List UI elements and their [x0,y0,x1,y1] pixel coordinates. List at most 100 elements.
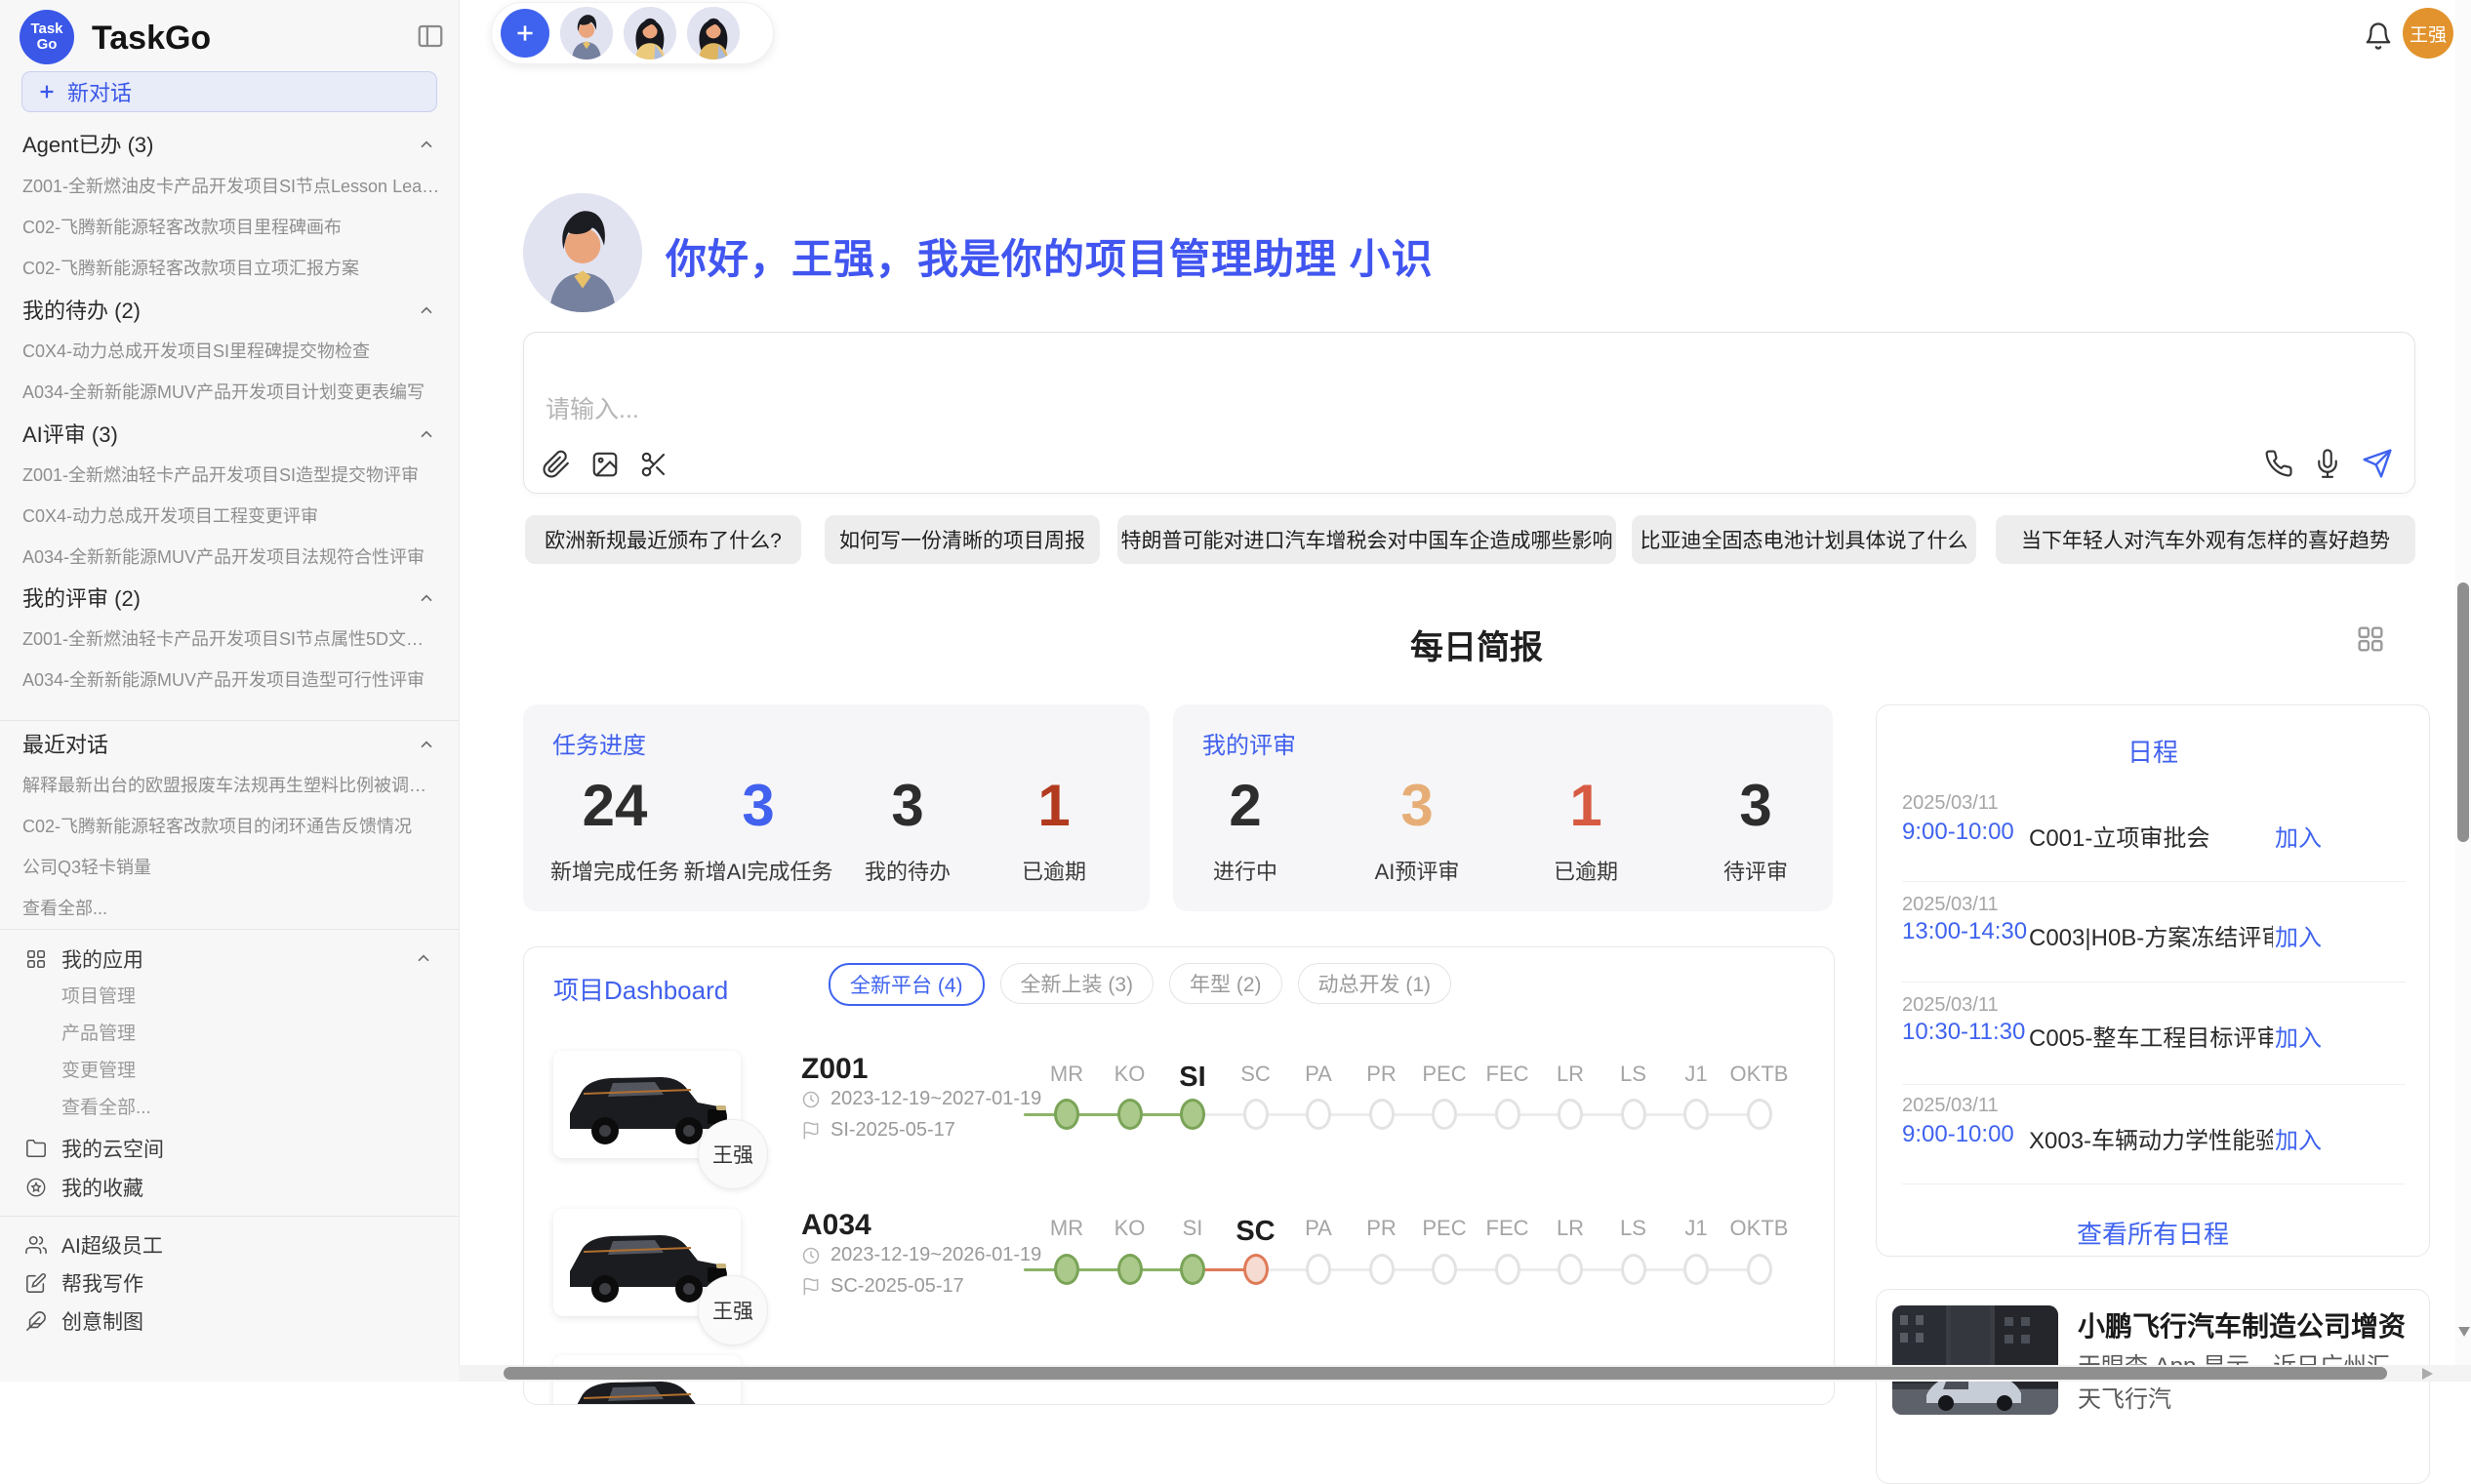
chevron-up-icon[interactable] [417,301,436,321]
suggestion-chip[interactable]: 如何写一份清晰的项目周报 [825,515,1100,564]
tool-label: 帮我写作 [61,1268,143,1298]
milestone-label: OKTB [1716,1062,1803,1087]
sidebar-app-item[interactable]: 查看全部... [61,1090,432,1127]
scroll-right-arrow-icon[interactable] [2422,1368,2433,1380]
schedule-entry-title: C005-整车工程目标评审 [2029,1019,2273,1053]
sidebar-section-header[interactable]: Agent已办 (3) [22,130,436,161]
agent-avatar-1[interactable] [560,7,613,60]
layout-grid-icon[interactable] [2354,622,2387,656]
schedule-join-link[interactable]: 加入 [2275,819,2322,853]
vertical-scrollbar-thumb[interactable] [2457,582,2469,842]
project-date-range: 2023-12-19~2027-01-19 [801,1088,1041,1110]
suggestion-chip[interactable]: 欧洲新规最近颁布了什么? [525,515,801,564]
stat-column: 3AI预评审 [1319,763,1515,886]
dashboard-tab[interactable]: 动总开发 (1) [1298,963,1452,1004]
send-icon[interactable] [2362,448,2393,479]
sidebar-item[interactable]: A034-全新新能源MUV产品开发项目法规符合性评审 [22,539,440,576]
sidebar-item[interactable]: A034-全新新能源MUV产品开发项目计划变更表编写 [22,374,440,411]
recent-view-all-link[interactable]: 查看全部... [22,890,440,927]
microphone-icon[interactable] [2313,449,2342,478]
dashboard-tab[interactable]: 全新上装 (3) [1000,963,1154,1004]
sidebar-section-header[interactable]: 我的待办 (2) [22,296,436,327]
daily-briefing-title: 每日简报 [523,621,2430,668]
schedule-entry-time: 10:30-11:30 [1902,1019,2025,1046]
recent-conversation-item[interactable]: C02-飞腾新能源轻客改款项目的闭环通告反馈情况 [22,808,440,845]
chevron-up-icon[interactable] [417,736,436,755]
milestone-node [1117,1099,1143,1130]
agent-avatar-3[interactable] [687,7,740,60]
flag-icon [801,1277,821,1297]
sidebar-tool-item[interactable]: 帮我写作 [25,1263,435,1304]
sidebar-toggle-icon[interactable] [416,21,445,51]
stat-label: AI预评审 [1319,855,1515,886]
assistant-avatar [523,193,642,312]
sidebar-item[interactable]: Z001-全新燃油轻卡产品开发项目SI造型提交物评审 [22,457,440,494]
add-agent-button[interactable] [501,9,549,58]
milestone-node [1558,1099,1583,1130]
milestone-node [1621,1254,1646,1285]
sidebar-app-item[interactable]: 变更管理 [61,1053,432,1090]
dashboard-tab[interactable]: 年型 (2) [1169,963,1282,1004]
sidebar-item[interactable]: C0X4-动力总成开发项目SI里程碑提交物检查 [22,333,440,370]
app-title: TaskGo [92,20,211,58]
sidebar-item-cloud-space[interactable]: 我的云空间 [25,1128,435,1169]
sidebar-section-header[interactable]: AI评审 (3) [22,420,436,451]
milestone-node [1243,1099,1269,1130]
notification-bell-icon[interactable] [2364,21,2393,51]
suggestion-chip[interactable]: 特朗普可能对进口汽车增税会对中国车企造成哪些影响 [1117,515,1616,564]
screenshot-scissors-icon[interactable] [639,450,668,479]
horizontal-scrollbar-thumb[interactable] [504,1367,2387,1380]
my-apps-label: 我的应用 [61,944,143,974]
attachment-icon[interactable] [542,450,571,479]
user-avatar[interactable]: 王强 [2403,8,2453,59]
recent-conversation-item[interactable]: 解释最新出台的欧盟报废车法规再生塑料比例被调至15%... [22,767,440,804]
stat-label: 已逾期 [956,855,1152,886]
image-upload-icon[interactable] [590,450,620,479]
agent-avatar-group [491,2,774,64]
dashboard-tab[interactable]: 全新平台 (4) [829,963,985,1006]
sidebar-item-favorites[interactable]: 我的收藏 [25,1167,435,1208]
chevron-up-icon[interactable] [417,425,436,445]
suggestion-chip[interactable]: 比亚迪全固态电池计划具体说了什么 [1632,515,1976,564]
voice-call-icon[interactable] [2264,449,2293,478]
sidebar-item[interactable]: A034-全新新能源MUV产品开发项目造型可行性评审 [22,662,440,699]
sidebar-tool-item[interactable]: AI超级员工 [25,1224,435,1265]
schedule-join-link[interactable]: 加入 [2275,918,2322,952]
project-flag-milestone: SI-2025-05-17 [801,1119,955,1142]
chat-input[interactable] [544,395,1914,425]
sidebar-item[interactable]: Z001-全新燃油轻卡产品开发项目SI节点属性5D文件评审 [22,621,440,658]
sidebar-app-item[interactable]: 项目管理 [61,979,432,1016]
schedule-join-link[interactable]: 加入 [2275,1019,2322,1053]
chevron-up-icon[interactable] [417,136,436,155]
tool-label: 创意制图 [61,1306,143,1336]
project-code[interactable]: A034 [801,1209,871,1242]
project-code[interactable]: Z001 [801,1053,868,1086]
suggestion-chip[interactable]: 当下年轻人对汽车外观有怎样的喜好趋势 [1996,515,2415,564]
schedule-separator [1902,881,2406,882]
milestone-node [1180,1099,1205,1130]
chevron-up-icon[interactable] [414,949,433,969]
milestone-node [1747,1099,1772,1130]
schedule-join-link[interactable]: 加入 [2275,1121,2322,1155]
sidebar-item[interactable]: C02-飞腾新能源轻客改款项目里程碑画布 [22,209,440,246]
sidebar-tool-item[interactable]: 创意制图 [25,1301,435,1342]
sidebar-item-my-apps[interactable]: 我的应用 [25,939,433,980]
agent-avatar-2[interactable] [624,7,676,60]
chevron-up-icon[interactable] [417,589,436,609]
scroll-down-arrow-icon[interactable] [2458,1327,2470,1337]
sidebar-item[interactable]: C02-飞腾新能源轻客改款项目立项汇报方案 [22,250,440,287]
stat-value: 2 [1148,763,1343,849]
sidebar-section-header[interactable]: 我的评审 (2) [22,583,436,615]
sidebar-recent-header[interactable]: 最近对话 [22,730,436,761]
sidebar-app-item[interactable]: 产品管理 [61,1016,432,1053]
news-card[interactable]: 小鹏飞行汽车制造公司增资 天眼查 App 显示，近日广州汇天飞行汽 [1876,1289,2430,1484]
recent-conversation-item[interactable]: 公司Q3轻卡销量 [22,849,440,886]
clock-icon [801,1246,821,1265]
sidebar-item[interactable]: Z001-全新燃油皮卡产品开发项目SI节点Lesson Learn报告 [22,168,440,205]
view-all-schedule-link[interactable]: 查看所有日程 [1877,1215,2429,1251]
sidebar-item[interactable]: C0X4-动力总成开发项目工程变更评审 [22,498,440,535]
new-chat-button[interactable]: 新对话 [21,71,437,112]
project-flag-milestone: SC-2025-05-17 [801,1275,964,1298]
milestone-node [1621,1099,1646,1130]
sidebar-divider [0,1216,459,1217]
